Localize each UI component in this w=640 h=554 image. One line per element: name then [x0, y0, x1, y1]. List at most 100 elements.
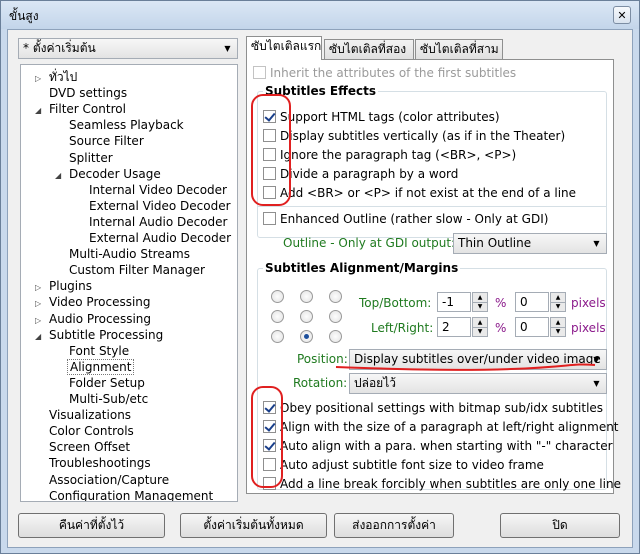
close-button[interactable]: ปิด: [500, 513, 620, 538]
tree-item[interactable]: Internal Video Decoder: [75, 182, 229, 198]
left-right-percent-input[interactable]: 2: [437, 317, 471, 337]
reset-all-button[interactable]: ตั้งค่าเริ่มต้นทั้งหมด: [180, 513, 327, 538]
advanced-settings-window: ขั้นสูง ✕ * ตั้งค่าเริ่มต้น ▼ ▷ ทั่วไป DVD…: [0, 0, 640, 554]
tree-item[interactable]: Color Controls: [35, 423, 136, 439]
spin-up-icon[interactable]: ▲: [551, 293, 565, 302]
left-right-pixel-input[interactable]: 0: [515, 317, 549, 337]
tree-item[interactable]: ▷ Plugins: [35, 278, 94, 294]
left-right-pixel-spinner[interactable]: ▲ ▼: [550, 317, 566, 337]
tree-item[interactable]: DVD settings: [35, 85, 129, 101]
tree-item[interactable]: ◢ Subtitle Processing: [35, 327, 165, 343]
tree-item[interactable]: Custom Filter Manager: [55, 262, 207, 278]
alignment-option-checkbox[interactable]: Add a line break forcibly when subtitles…: [263, 475, 621, 493]
left-right-percent-unit: %: [495, 321, 507, 335]
spin-up-icon[interactable]: ▲: [473, 318, 487, 327]
top-bottom-pixel-input[interactable]: 0: [515, 292, 549, 312]
spin-down-icon[interactable]: ▼: [551, 326, 565, 337]
effects-option-label: Support HTML tags (color attributes): [280, 110, 500, 124]
spin-down-icon[interactable]: ▼: [473, 326, 487, 337]
alignment-radio[interactable]: [271, 330, 284, 343]
tab-third-subtitle[interactable]: ซับไตเติลที่สาม: [415, 39, 503, 59]
tree-item[interactable]: Splitter: [55, 150, 115, 166]
rotation-select[interactable]: ปล่อยไว้ ▼: [349, 373, 607, 394]
enhanced-outline-checkbox[interactable]: Enhanced Outline (rather slow - Only at …: [263, 210, 548, 228]
collapse-icon[interactable]: ◢: [55, 168, 65, 184]
tree-item[interactable]: Multi-Sub/etc: [55, 391, 150, 407]
spin-up-icon[interactable]: ▲: [473, 293, 487, 302]
tree-item[interactable]: ▷ Video Processing: [35, 294, 153, 310]
alignment-radio[interactable]: [329, 290, 342, 303]
chevron-down-icon: ▼: [593, 239, 600, 248]
tree-item-label: Plugins: [49, 279, 92, 294]
dialog-body: * ตั้งค่าเริ่มต้น ▼ ▷ ทั่วไป DVD settings ◢…: [7, 29, 633, 548]
alignment-radio[interactable]: [271, 310, 284, 323]
effects-option-checkbox[interactable]: Ignore the paragraph tag (<BR>, <P>): [263, 146, 516, 164]
tree-item[interactable]: ◢ Decoder Usage: [55, 166, 163, 182]
tree-item[interactable]: Configuration Management: [35, 488, 215, 502]
tree-item[interactable]: Alignment: [55, 358, 135, 375]
spin-up-icon[interactable]: ▲: [551, 318, 565, 327]
tree-item[interactable]: Troubleshootings: [35, 455, 153, 471]
alignment-radio[interactable]: [329, 330, 342, 343]
tree-item-label: Seamless Playback: [69, 118, 184, 133]
tree-item-label: DVD settings: [49, 86, 128, 101]
outline-select[interactable]: Thin Outline ▼: [453, 233, 607, 254]
enhanced-outline-box[interactable]: [263, 212, 276, 225]
alignment-radio[interactable]: [300, 330, 313, 343]
alignment-radio[interactable]: [300, 290, 313, 303]
close-window-button[interactable]: ✕: [613, 6, 631, 24]
inherit-checkbox[interactable]: Inherit the attributes of the first subt…: [253, 64, 516, 82]
tab-first-subtitle[interactable]: ซับไตเติลแรก: [246, 36, 322, 60]
alignment-radio[interactable]: [271, 290, 284, 303]
tree-item[interactable]: Screen Offset: [35, 439, 132, 455]
tree-item[interactable]: ▷ ทั่วไป: [35, 69, 79, 85]
tree-item[interactable]: Font Style: [55, 343, 131, 359]
tree-item[interactable]: ◢ Filter Control: [35, 101, 128, 117]
tree-item[interactable]: External Video Decoder: [75, 198, 233, 214]
tree-item[interactable]: Association/Capture: [35, 472, 171, 488]
tree-item[interactable]: Seamless Playback: [55, 117, 186, 133]
tree-item[interactable]: Internal Audio Decoder: [75, 214, 229, 230]
inherit-checkbox-box[interactable]: [253, 66, 266, 79]
tree-item[interactable]: Visualizations: [35, 407, 133, 423]
top-bottom-percent-spinner[interactable]: ▲ ▼: [472, 292, 488, 312]
restore-settings-button[interactable]: คืนค่าที่ตั้งไว้: [18, 513, 165, 538]
tree-item-label: Configuration Management: [49, 488, 214, 502]
tree-item-label: Alignment: [67, 358, 135, 375]
settings-tree[interactable]: ▷ ทั่วไป DVD settings ◢ Filter Control Seamle…: [20, 64, 238, 502]
tree-item-label: Source Filter: [69, 134, 144, 149]
alignment-option-checkbox[interactable]: Auto adjust subtitle font size to video …: [263, 456, 544, 474]
spin-down-icon[interactable]: ▼: [473, 301, 487, 312]
collapse-icon[interactable]: ◢: [35, 329, 45, 345]
tree-item[interactable]: Multi-Audio Streams: [55, 246, 192, 262]
tree-item[interactable]: Source Filter: [55, 133, 146, 149]
profile-select[interactable]: * ตั้งค่าเริ่มต้น ▼: [18, 38, 238, 59]
alignment-option-label: Obey positional settings with bitmap sub…: [280, 401, 604, 415]
rotation-select-value: ปล่อยไว้: [354, 376, 396, 390]
effects-option-checkbox[interactable]: Add <BR> or <P> if not exist at the end …: [263, 184, 576, 202]
top-bottom-percent-input[interactable]: -1: [437, 292, 471, 312]
top-bottom-pixel-spinner[interactable]: ▲ ▼: [550, 292, 566, 312]
collapse-icon[interactable]: ◢: [35, 103, 45, 119]
alignment-option-checkbox[interactable]: Obey positional settings with bitmap sub…: [263, 399, 603, 417]
alignment-option-checkbox[interactable]: Auto align with a para. when starting wi…: [263, 437, 613, 455]
tab-second-subtitle[interactable]: ซับไตเติลที่สอง: [324, 39, 414, 59]
alignment-option-checkbox[interactable]: Align with the size of a paragraph at le…: [263, 418, 619, 436]
position-select[interactable]: Display subtitles over/under video image…: [349, 349, 607, 370]
tree-item-label: Internal Video Decoder: [89, 182, 227, 197]
effects-option-checkbox[interactable]: Divide a paragraph by a word: [263, 165, 458, 183]
tree-item[interactable]: Folder Setup: [55, 375, 147, 391]
tree-item-label: ทั่วไป: [49, 70, 78, 84]
effects-option-checkbox[interactable]: Display subtitles vertically (as if in t…: [263, 127, 565, 145]
top-bottom-pixel-unit: pixels: [571, 296, 606, 310]
effects-option-label: Add <BR> or <P> if not exist at the end …: [280, 186, 577, 200]
alignment-radio[interactable]: [300, 310, 313, 323]
left-right-percent-spinner[interactable]: ▲ ▼: [472, 317, 488, 337]
export-settings-button[interactable]: ส่งออกการตั้งค่า: [334, 513, 454, 538]
spin-down-icon[interactable]: ▼: [551, 301, 565, 312]
tree-item[interactable]: External Audio Decoder: [75, 230, 233, 246]
alignment-radio[interactable]: [329, 310, 342, 323]
tree-item-label: Multi-Audio Streams: [69, 247, 190, 262]
tree-item[interactable]: ▷ Audio Processing: [35, 311, 153, 327]
effects-option-checkbox[interactable]: Support HTML tags (color attributes): [263, 108, 500, 126]
